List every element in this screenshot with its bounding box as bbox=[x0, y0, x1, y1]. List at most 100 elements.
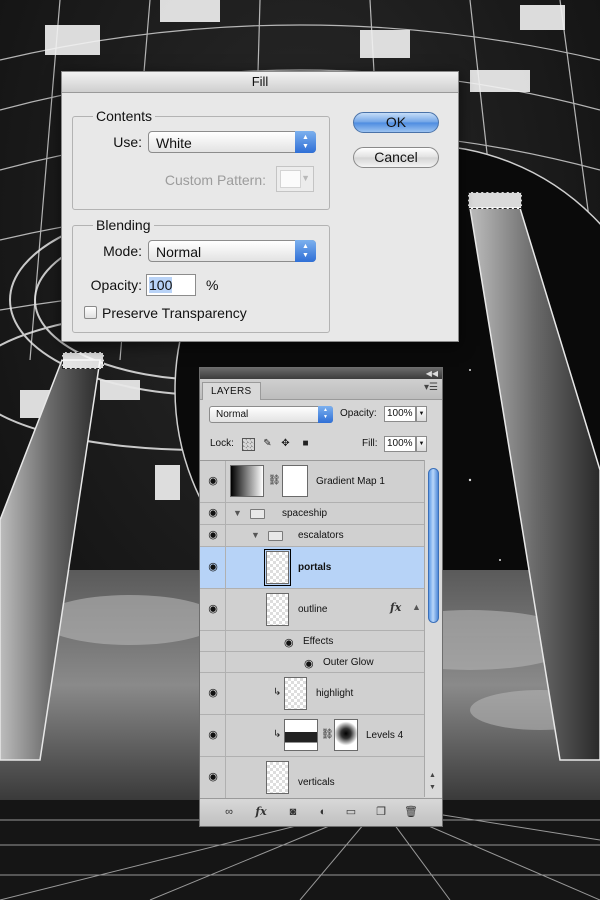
eye-icon: ◉ bbox=[208, 771, 218, 783]
custom-pattern-label: Custom Pattern: bbox=[164, 172, 266, 188]
opacity-label: Opacity: bbox=[90, 277, 142, 293]
lock-transparent-icon[interactable] bbox=[242, 438, 255, 451]
lock-position-icon[interactable]: ✥ bbox=[280, 438, 291, 449]
opacity-dropdown-icon[interactable]: ▼ bbox=[416, 406, 427, 422]
fx-icon[interactable]: fx bbox=[254, 805, 268, 819]
layer-row[interactable]: ◉ Effects bbox=[200, 631, 424, 652]
mask-icon[interactable]: ◙ bbox=[286, 805, 300, 819]
layers-scrollbar[interactable]: ▲ ▼ bbox=[424, 460, 442, 797]
scroll-up-icon[interactable]: ▲ bbox=[429, 772, 436, 779]
preserve-transparency-checkbox[interactable] bbox=[84, 306, 97, 319]
layer-name: Levels 4 bbox=[366, 730, 404, 741]
opacity-field[interactable]: 100 bbox=[146, 274, 196, 296]
layer-mask-thumbnail bbox=[334, 719, 358, 751]
eye-icon: ◉ bbox=[208, 729, 218, 741]
mode-label: Mode: bbox=[103, 243, 142, 259]
use-select[interactable]: White ▲ ▼ bbox=[148, 131, 316, 153]
visibility-toggle[interactable]: ◉ bbox=[200, 547, 226, 588]
layer-fill-field[interactable]: 100% bbox=[384, 436, 416, 452]
opacity-unit: % bbox=[206, 277, 219, 293]
eye-icon: ◉ bbox=[208, 561, 218, 573]
layer-thumbnail bbox=[264, 549, 291, 586]
lock-label: Lock: bbox=[210, 438, 234, 449]
gradient-map-thumbnail bbox=[230, 465, 264, 497]
fx-icon[interactable]: fx bbox=[390, 601, 401, 614]
preserve-transparency-label: Preserve Transparency bbox=[102, 305, 247, 321]
layer-row[interactable]: ◉ ⛓ Gradient Map 1 bbox=[200, 461, 424, 503]
visibility-toggle[interactable]: ◉ bbox=[200, 715, 226, 756]
layer-thumbnail bbox=[266, 593, 289, 626]
layer-row[interactable]: ◉ Outer Glow bbox=[200, 652, 424, 673]
layer-name: verticals bbox=[298, 777, 335, 788]
ok-button[interactable]: OK bbox=[353, 112, 439, 133]
layer-row[interactable]: ◉ ↳ ⛓ Levels 4 bbox=[200, 715, 424, 757]
select-arrows-icon: ▲ ▼ bbox=[295, 131, 316, 153]
expand-triangle-icon[interactable]: ▼ bbox=[251, 530, 260, 540]
mode-select[interactable]: Normal ▲ ▼ bbox=[148, 240, 316, 262]
layer-opacity-field[interactable]: 100% bbox=[384, 406, 416, 422]
layer-name: escalators bbox=[298, 530, 344, 541]
layer-mask-thumbnail bbox=[282, 465, 308, 497]
clipping-mask-icon: ↳ bbox=[273, 687, 282, 698]
layer-name: Gradient Map 1 bbox=[316, 476, 385, 487]
fill-dialog: Fill Contents Use: White ▲ ▼ Custom Patte… bbox=[61, 71, 459, 342]
layer-row[interactable]: ◉ verticals bbox=[200, 757, 424, 798]
levels-thumbnail bbox=[284, 719, 318, 751]
opacity-value: 100 bbox=[149, 277, 173, 293]
visibility-toggle[interactable]: ◉ bbox=[200, 589, 226, 630]
layer-name: spaceship bbox=[282, 508, 328, 519]
select-arrows-icon: ▲ ▼ bbox=[318, 406, 333, 423]
layer-row[interactable]: ◉ ▼ escalators bbox=[200, 525, 424, 547]
blend-mode-select[interactable]: Normal ▲ ▼ bbox=[209, 406, 333, 423]
eye-icon: ◉ bbox=[208, 687, 218, 699]
layer-thumbnail bbox=[266, 761, 289, 794]
layer-name: portals bbox=[298, 562, 332, 573]
layer-row[interactable]: ◉ portals bbox=[200, 547, 424, 589]
pattern-swatch bbox=[280, 170, 301, 188]
fill-label: Fill: bbox=[362, 438, 378, 449]
chain-link-icon: ⛓ bbox=[268, 475, 281, 486]
visibility-toggle[interactable]: ◉ bbox=[200, 673, 226, 714]
visibility-toggle[interactable]: ◉ bbox=[200, 525, 226, 546]
cancel-button[interactable]: Cancel bbox=[353, 147, 439, 168]
expand-triangle-icon[interactable]: ▼ bbox=[233, 508, 242, 518]
scrollbar-thumb[interactable] bbox=[428, 468, 439, 623]
eye-icon[interactable]: ◉ bbox=[304, 657, 314, 670]
layer-row[interactable]: ◉ outline fx ▲ bbox=[200, 589, 424, 631]
visibility-toggle[interactable]: ◉ bbox=[200, 503, 226, 524]
eye-icon: ◉ bbox=[208, 603, 218, 615]
layer-name: Outer Glow bbox=[323, 657, 374, 668]
dialog-title: Fill bbox=[62, 72, 458, 93]
collapse-icon[interactable]: ◀◀ bbox=[426, 368, 438, 379]
layer-row[interactable]: ◉ ▼ spaceship bbox=[200, 503, 424, 525]
lock-all-icon[interactable]: ■ bbox=[300, 438, 311, 449]
layer-row[interactable]: ◉ ↳ highlight bbox=[200, 673, 424, 715]
layers-panel: ◀◀ LAYERS ▾☰ Normal ▲ ▼ Opacity: 100% ▼ L… bbox=[199, 367, 443, 827]
layers-list: ◉ ⛓ Gradient Map 1 ◉ ▼ spaceship ◉ ▼ esc… bbox=[200, 460, 424, 798]
adjustment-icon[interactable]: ◐ bbox=[316, 805, 330, 819]
eye-icon: ◉ bbox=[208, 475, 218, 487]
link-icon[interactable]: ∞ bbox=[222, 805, 236, 819]
custom-pattern-picker: ▼ bbox=[276, 166, 314, 192]
folder-icon bbox=[250, 509, 265, 519]
visibility-toggle[interactable]: ◉ bbox=[200, 757, 226, 798]
fill-dropdown-icon[interactable]: ▼ bbox=[416, 436, 427, 452]
layer-name: outline bbox=[298, 604, 328, 615]
tab-layers[interactable]: LAYERS bbox=[202, 382, 261, 400]
panel-tab-bar: LAYERS ▾☰ bbox=[200, 379, 442, 400]
chain-link-icon: ⛓ bbox=[321, 729, 334, 740]
new-layer-icon[interactable]: ❐ bbox=[374, 805, 388, 819]
select-arrows-icon: ▲ ▼ bbox=[295, 240, 316, 262]
folder-icon[interactable]: ▭ bbox=[344, 805, 358, 819]
lock-brush-icon[interactable]: ✎ bbox=[262, 438, 273, 449]
dropdown-arrow-icon: ▼ bbox=[301, 173, 310, 183]
contents-legend: Contents bbox=[93, 108, 156, 124]
eye-icon[interactable]: ◉ bbox=[284, 636, 294, 649]
scroll-down-icon[interactable]: ▼ bbox=[429, 784, 436, 791]
panel-menu-icon[interactable]: ▾☰ bbox=[424, 382, 438, 393]
trash-icon[interactable]: 🗑 bbox=[404, 805, 418, 819]
visibility-toggle[interactable]: ◉ bbox=[200, 461, 226, 502]
clipping-mask-icon: ↳ bbox=[273, 729, 282, 740]
collapse-effects-icon[interactable]: ▲ bbox=[412, 602, 421, 612]
panel-title-bar[interactable]: ◀◀ bbox=[200, 368, 442, 379]
